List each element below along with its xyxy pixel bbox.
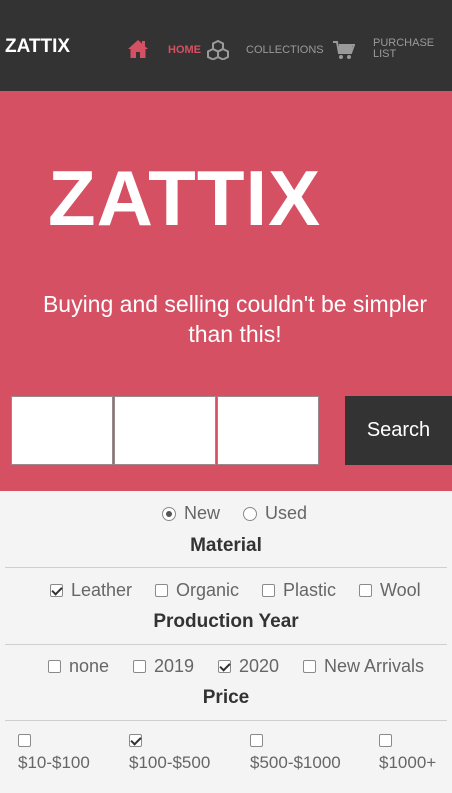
brand-logo[interactable]: ZATTIX [5, 36, 70, 58]
year-new-arrivals-checkbox[interactable] [303, 660, 316, 673]
price-10-100-label: $10-$100 [18, 753, 90, 772]
material-wool-label: Wool [380, 580, 421, 600]
nav-purchase-list-link[interactable]: PURCHASE LIST [373, 38, 443, 60]
material-leather-label: Leather [71, 580, 133, 600]
year-new-arrivals-option[interactable]: New Arrivals [303, 656, 424, 677]
year-2020-option[interactable]: 2020 [218, 656, 279, 677]
price-1000-plus-checkbox[interactable] [379, 734, 392, 747]
divider [5, 644, 447, 645]
top-navbar: ZATTIX HOME COLLECTIONS PURCHASE LIST [0, 0, 452, 91]
filter-panel: New Used Material Leather Organic Plasti… [0, 491, 452, 793]
price-100-500-checkbox[interactable] [129, 734, 142, 747]
collections-icon[interactable] [207, 40, 229, 60]
hero-title: ZATTIX [48, 154, 322, 242]
material-plastic-label: Plastic [283, 580, 337, 600]
year-none-checkbox[interactable] [48, 660, 61, 673]
condition-used-radio[interactable] [243, 506, 257, 521]
material-wool-checkbox[interactable] [359, 584, 372, 597]
price-500-1000-checkbox[interactable] [250, 734, 263, 747]
year-new-arrivals-label: New Arrivals [324, 656, 425, 676]
price-10-100-checkbox[interactable] [18, 734, 31, 747]
material-plastic-checkbox[interactable] [262, 584, 275, 597]
year-2019-checkbox[interactable] [133, 660, 146, 673]
material-wool-option[interactable]: Wool [359, 580, 421, 601]
price-100-500-label: $100-$500 [129, 753, 211, 772]
price-500-1000-option[interactable]: $500-$1000 [250, 734, 341, 773]
nav-collections-link[interactable]: COLLECTIONS [246, 44, 324, 56]
year-2020-label: 2020 [239, 656, 280, 676]
search-input-3[interactable] [217, 396, 319, 465]
material-leather-checkbox[interactable] [50, 584, 63, 597]
divider [5, 567, 447, 568]
condition-used-label: Used [265, 503, 308, 523]
year-none-label: none [69, 656, 110, 676]
nav-home-link[interactable]: HOME [168, 44, 201, 56]
production-year-title: Production Year [153, 611, 299, 632]
hero-subtitle: Buying and selling couldn't be simpler t… [42, 291, 428, 347]
price-10-100-option[interactable]: $10-$100 [18, 734, 90, 773]
hero-banner: ZATTIX Buying and selling couldn't be si… [0, 91, 452, 491]
material-organic-label: Organic [176, 580, 240, 600]
year-2020-checkbox[interactable] [218, 660, 231, 673]
year-none-option[interactable]: none [48, 656, 109, 677]
condition-new-radio[interactable] [162, 506, 176, 521]
search-input-2[interactable] [114, 396, 216, 465]
condition-used-option[interactable]: Used [243, 503, 307, 524]
divider [5, 720, 447, 721]
material-title: Material [190, 535, 262, 556]
year-2019-label: 2019 [154, 656, 195, 676]
price-title: Price [202, 687, 250, 708]
price-100-500-option[interactable]: $100-$500 [129, 734, 210, 773]
price-1000-plus-option[interactable]: $1000+ [379, 734, 436, 773]
condition-new-label: New [184, 503, 221, 523]
search-button[interactable]: Search [345, 396, 452, 465]
material-organic-checkbox[interactable] [155, 584, 168, 597]
material-organic-option[interactable]: Organic [155, 580, 239, 601]
material-plastic-option[interactable]: Plastic [262, 580, 336, 601]
home-icon[interactable] [127, 39, 149, 59]
material-leather-option[interactable]: Leather [50, 580, 132, 601]
condition-new-option[interactable]: New [162, 503, 220, 524]
price-1000-plus-label: $1000+ [379, 753, 437, 772]
cart-icon[interactable] [333, 40, 355, 60]
search-input-1[interactable] [11, 396, 113, 465]
year-2019-option[interactable]: 2019 [133, 656, 194, 677]
price-500-1000-label: $500-$1000 [250, 753, 341, 772]
